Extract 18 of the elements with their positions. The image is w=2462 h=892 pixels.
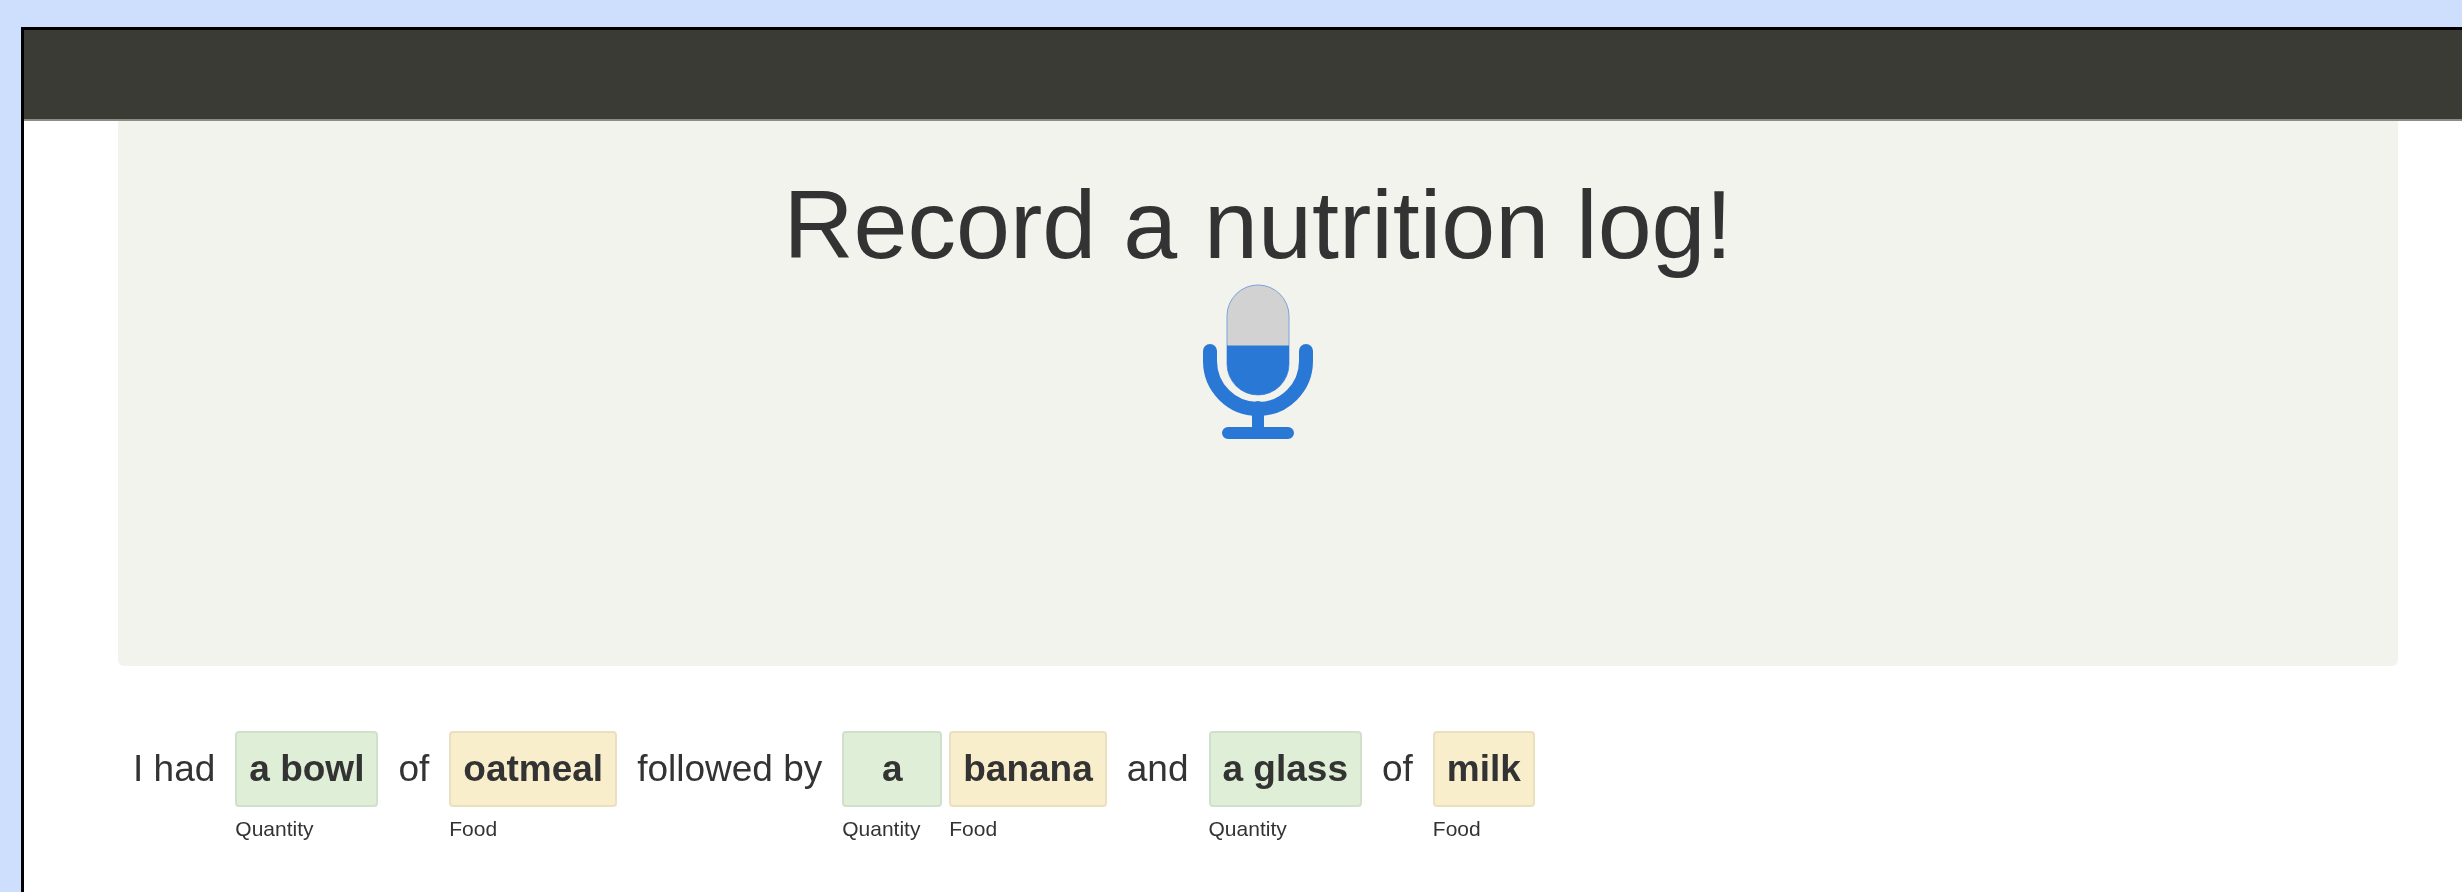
entity-label: Food — [449, 816, 499, 843]
entity-label: Quantity — [842, 816, 922, 843]
page-title: Record a nutrition log! — [782, 169, 1734, 281]
entity-label: Food — [1432, 816, 1482, 843]
entity-tag: banana — [949, 731, 1107, 808]
entity-label: Quantity — [235, 816, 315, 843]
sentence-text: I had — [133, 747, 217, 791]
entity-tag: a glass — [1208, 731, 1362, 808]
entity-tag: milk — [1432, 731, 1535, 808]
entity-label: Quantity — [1208, 816, 1288, 843]
entity-tag: oatmeal — [449, 731, 618, 808]
sentence-text: of — [1381, 747, 1414, 791]
entity-tag: a bowl — [235, 731, 379, 808]
entity-tag: a — [842, 731, 943, 808]
entity-label: Food — [949, 816, 999, 843]
sentence-text: followed by — [636, 747, 824, 791]
sentence-text: of — [397, 747, 431, 791]
sentence-text: and — [1125, 747, 1190, 791]
